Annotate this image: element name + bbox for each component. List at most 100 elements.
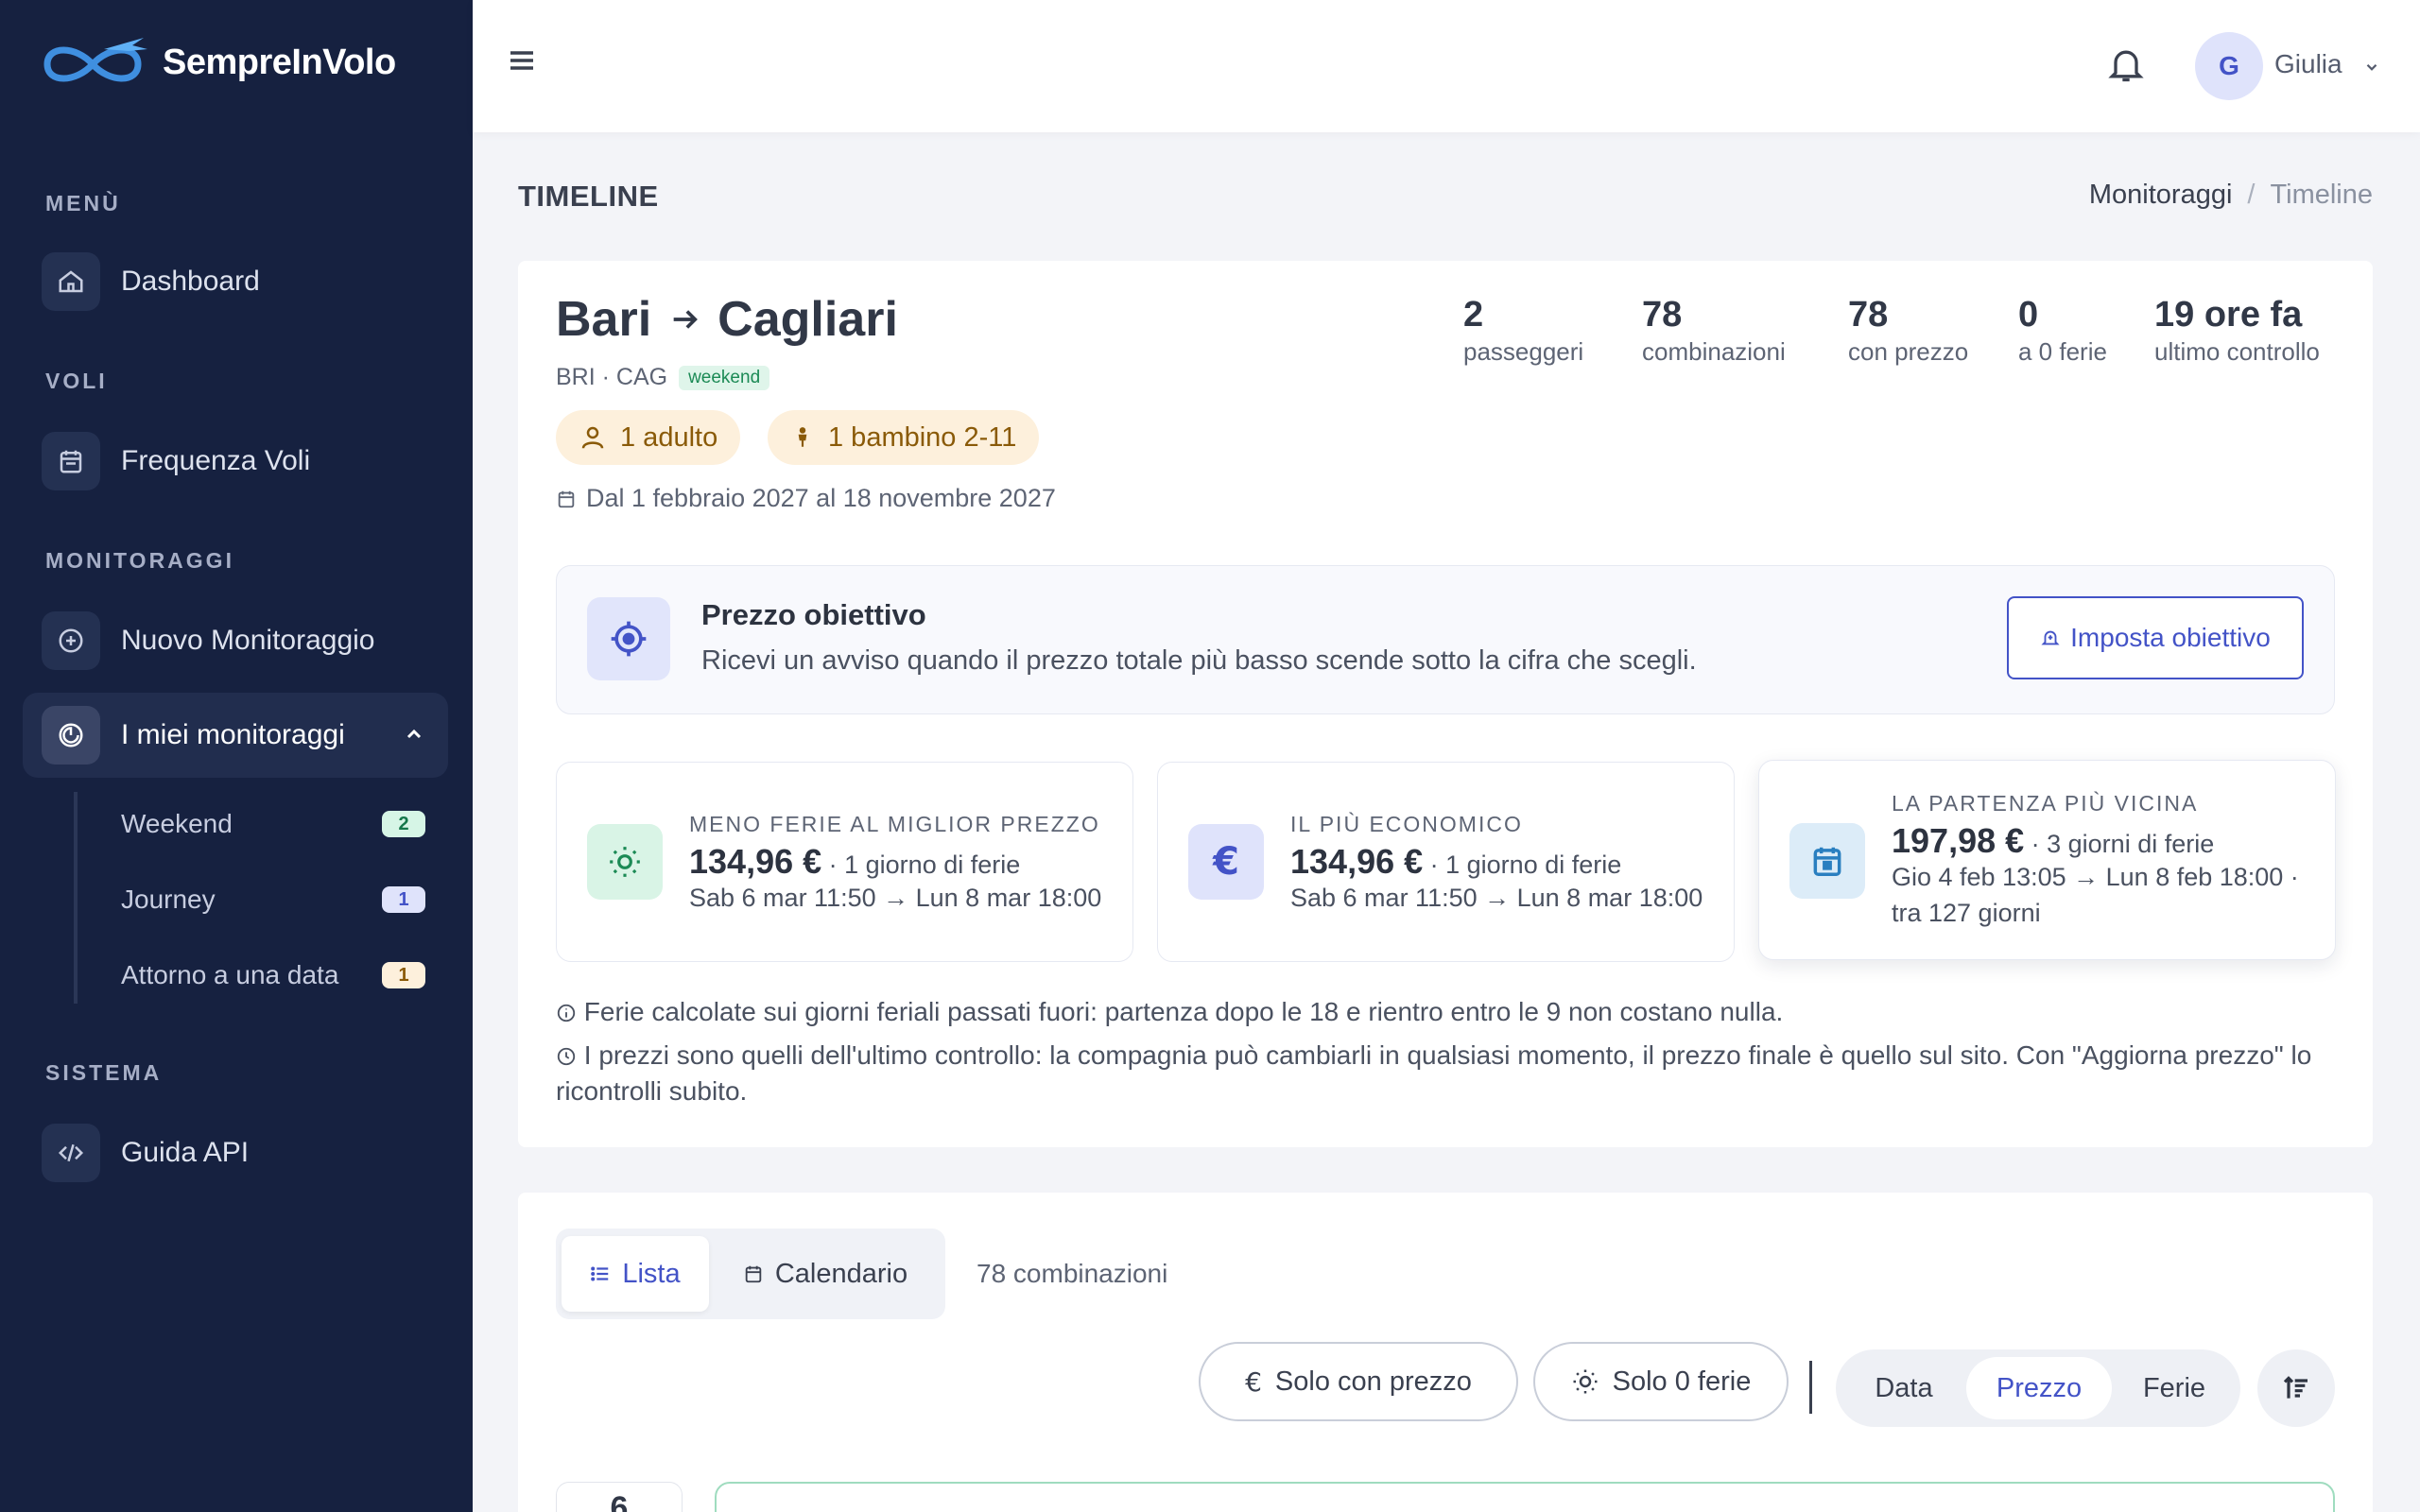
stat-value: 0: [2018, 295, 2039, 335]
ferie-count: · 3 giorni di ferie: [2024, 830, 2215, 858]
sub-item-label: Attorno a una data: [121, 960, 339, 989]
hamburger-menu-icon[interactable]: [507, 45, 537, 76]
tab-lista[interactable]: Lista: [562, 1236, 709, 1312]
brand-logo[interactable]: SempreInVolo: [38, 32, 396, 93]
sort-direction-button[interactable]: [2257, 1349, 2335, 1427]
plus-circle-icon: [42, 611, 100, 670]
tab-calendario[interactable]: Calendario: [717, 1236, 934, 1312]
stat-label: a 0 ferie: [2018, 337, 2107, 366]
toolbar-divider: [1809, 1361, 1812, 1414]
stat-value: 78: [1642, 295, 1683, 335]
sidebar-item-frequenza-voli[interactable]: Frequenza Voli: [23, 419, 448, 504]
stat-label: passeggeri: [1463, 337, 1584, 366]
sidebar: SempreInVolo MENÙ Dashboard VOLI Frequen…: [0, 0, 473, 1512]
stat-label: ultimo controllo: [2154, 337, 2320, 366]
highlight-price: 134,96 € · 1 giorno di ferie: [1290, 842, 1621, 882]
note-ferie-text: Ferie calcolate sui giorni feriali passa…: [583, 997, 1784, 1026]
stat-con-prezzo: 78 con prezzo: [1848, 295, 1968, 367]
info-icon: [557, 1004, 576, 1022]
stat-passeggeri: 2 passeggeri: [1463, 295, 1583, 367]
highlight-label: MENO FERIE AL MIGLIOR PREZZO: [689, 812, 1100, 836]
sort-option-data[interactable]: Data: [1843, 1357, 1964, 1419]
home-icon: [42, 252, 100, 311]
children-count: 1 bambino 2-11: [828, 421, 1017, 453]
sort-option-ferie[interactable]: Ferie: [2116, 1357, 2233, 1419]
clock-icon: [557, 1047, 576, 1066]
price-value: 197,98 €: [1892, 821, 2025, 860]
user-name[interactable]: Giulia: [2274, 49, 2342, 79]
airport-codes: BRI · CAG: [556, 364, 668, 390]
set-target-button[interactable]: Imposta obiettivo: [2007, 596, 2304, 679]
stat-combinazioni: 78 combinazioni: [1642, 295, 1786, 367]
avatar[interactable]: G: [2195, 32, 2263, 100]
sub-item-weekend[interactable]: Weekend 2: [121, 796, 425, 852]
adults-count: 1 adulto: [620, 421, 718, 453]
price-value: 134,96 €: [1290, 842, 1424, 881]
children-pill: 1 bambino 2-11: [768, 410, 1040, 465]
breadcrumb: Monitoraggi / Timeline: [2089, 180, 2373, 211]
view-switcher: Lista Calendario: [556, 1228, 945, 1319]
sort-ascending-icon: [2283, 1376, 2308, 1399]
topbar: G Giulia: [473, 0, 2420, 132]
count-badge: 2: [382, 811, 425, 837]
highlight-detail: Gio 4 feb 13:05 → Lun 8 feb 18:00 · tra …: [1892, 863, 2299, 927]
calendar-small-icon: [558, 490, 575, 507]
section-label-menu: MENÙ: [45, 191, 121, 215]
calendar-icon: [42, 432, 100, 490]
sort-selector: Data Prezzo Ferie: [1836, 1349, 2240, 1427]
stat-value: 19 ore fa: [2154, 295, 2303, 335]
route-type-tag: weekend: [679, 365, 770, 390]
section-label-monitoraggi: MONITORAGGI: [45, 548, 234, 573]
route-origin: Bari: [556, 292, 652, 347]
sidebar-item-guida-api[interactable]: Guida API: [23, 1110, 448, 1195]
sidebar-item-label: Nuovo Monitoraggio: [121, 625, 375, 656]
sidebar-item-label: I miei monitoraggi: [121, 719, 345, 750]
filter-label: Solo 0 ferie: [1612, 1366, 1752, 1397]
list-icon: [591, 1266, 609, 1281]
stat-ultimo-controllo: 19 ore fa ultimo controllo: [2154, 295, 2320, 367]
sidebar-item-label: Guida API: [121, 1137, 250, 1168]
breadcrumb-current: Timeline: [2270, 180, 2373, 210]
price-value: 134,96 €: [689, 842, 822, 881]
sub-item-journey[interactable]: Journey 1: [121, 871, 425, 928]
stat-value: 78: [1848, 295, 1889, 335]
bell-icon[interactable]: [2105, 42, 2147, 87]
brand-name: SempreInVolo: [163, 42, 396, 82]
user-icon: [581, 426, 604, 449]
sub-item-label: Weekend: [121, 809, 233, 838]
first-combination-row[interactable]: [715, 1482, 2335, 1512]
filter-label: Solo con prezzo: [1274, 1366, 1472, 1397]
page-title: TIMELINE: [518, 180, 659, 213]
sidebar-item-label: Frequenza Voli: [121, 445, 311, 476]
price-target-description: Ricevi un avviso quando il prezzo totale…: [701, 645, 1697, 676]
date-range: Dal 1 febbraio 2027 al 18 novembre 2027: [556, 484, 1056, 513]
highlight-card-partenza-vicina[interactable]: LA PARTENZA PIÙ VICINA 197,98 € · 3 gior…: [1758, 760, 2336, 960]
section-label-sistema: SISTEMA: [45, 1060, 163, 1085]
highlight-label: LA PARTENZA PIÙ VICINA: [1892, 791, 2199, 816]
submenu-divider: [74, 792, 78, 1004]
breadcrumb-link-monitoraggi[interactable]: Monitoraggi: [2089, 180, 2233, 211]
stat-label: combinazioni: [1642, 337, 1786, 366]
route-title: Bari Cagliari: [556, 291, 898, 348]
route-codes: BRI · CAG weekend: [556, 364, 770, 391]
section-label-voli: VOLI: [45, 369, 108, 393]
sidebar-item-nuovo-monitoraggio[interactable]: Nuovo Monitoraggio: [23, 598, 448, 683]
sidebar-item-dashboard[interactable]: Dashboard: [23, 239, 448, 324]
sub-item-attorno-data[interactable]: Attorno a una data 1: [121, 947, 425, 1004]
stat-label: con prezzo: [1848, 337, 1969, 366]
euro-icon: €: [1245, 1366, 1262, 1398]
sort-option-prezzo[interactable]: Prezzo: [1966, 1357, 2112, 1419]
radar-icon: [42, 706, 100, 765]
breadcrumb-separator: /: [2247, 180, 2256, 210]
chevron-down-icon[interactable]: [2363, 59, 2380, 76]
note-prezzi-text: I prezzi sono quelli dell'ultimo control…: [556, 1040, 2312, 1106]
filter-solo-con-prezzo[interactable]: € Solo con prezzo: [1199, 1342, 1518, 1421]
tab-calendario-label: Calendario: [774, 1258, 908, 1289]
filter-solo-zero-ferie[interactable]: Solo 0 ferie: [1533, 1342, 1789, 1421]
highlight-card-meno-ferie[interactable]: MENO FERIE AL MIGLIOR PREZZO 134,96 € · …: [556, 762, 1133, 962]
combinations-count: 78 combinazioni: [977, 1259, 1168, 1288]
sidebar-item-miei-monitoraggi[interactable]: I miei monitoraggi: [23, 693, 448, 778]
stat-zero-ferie: 0 a 0 ferie: [2018, 295, 2107, 367]
stat-value: 2: [1463, 295, 1484, 335]
highlight-card-piu-economico[interactable]: € IL PIÙ ECONOMICO 134,96 € · 1 giorno d…: [1157, 762, 1735, 962]
